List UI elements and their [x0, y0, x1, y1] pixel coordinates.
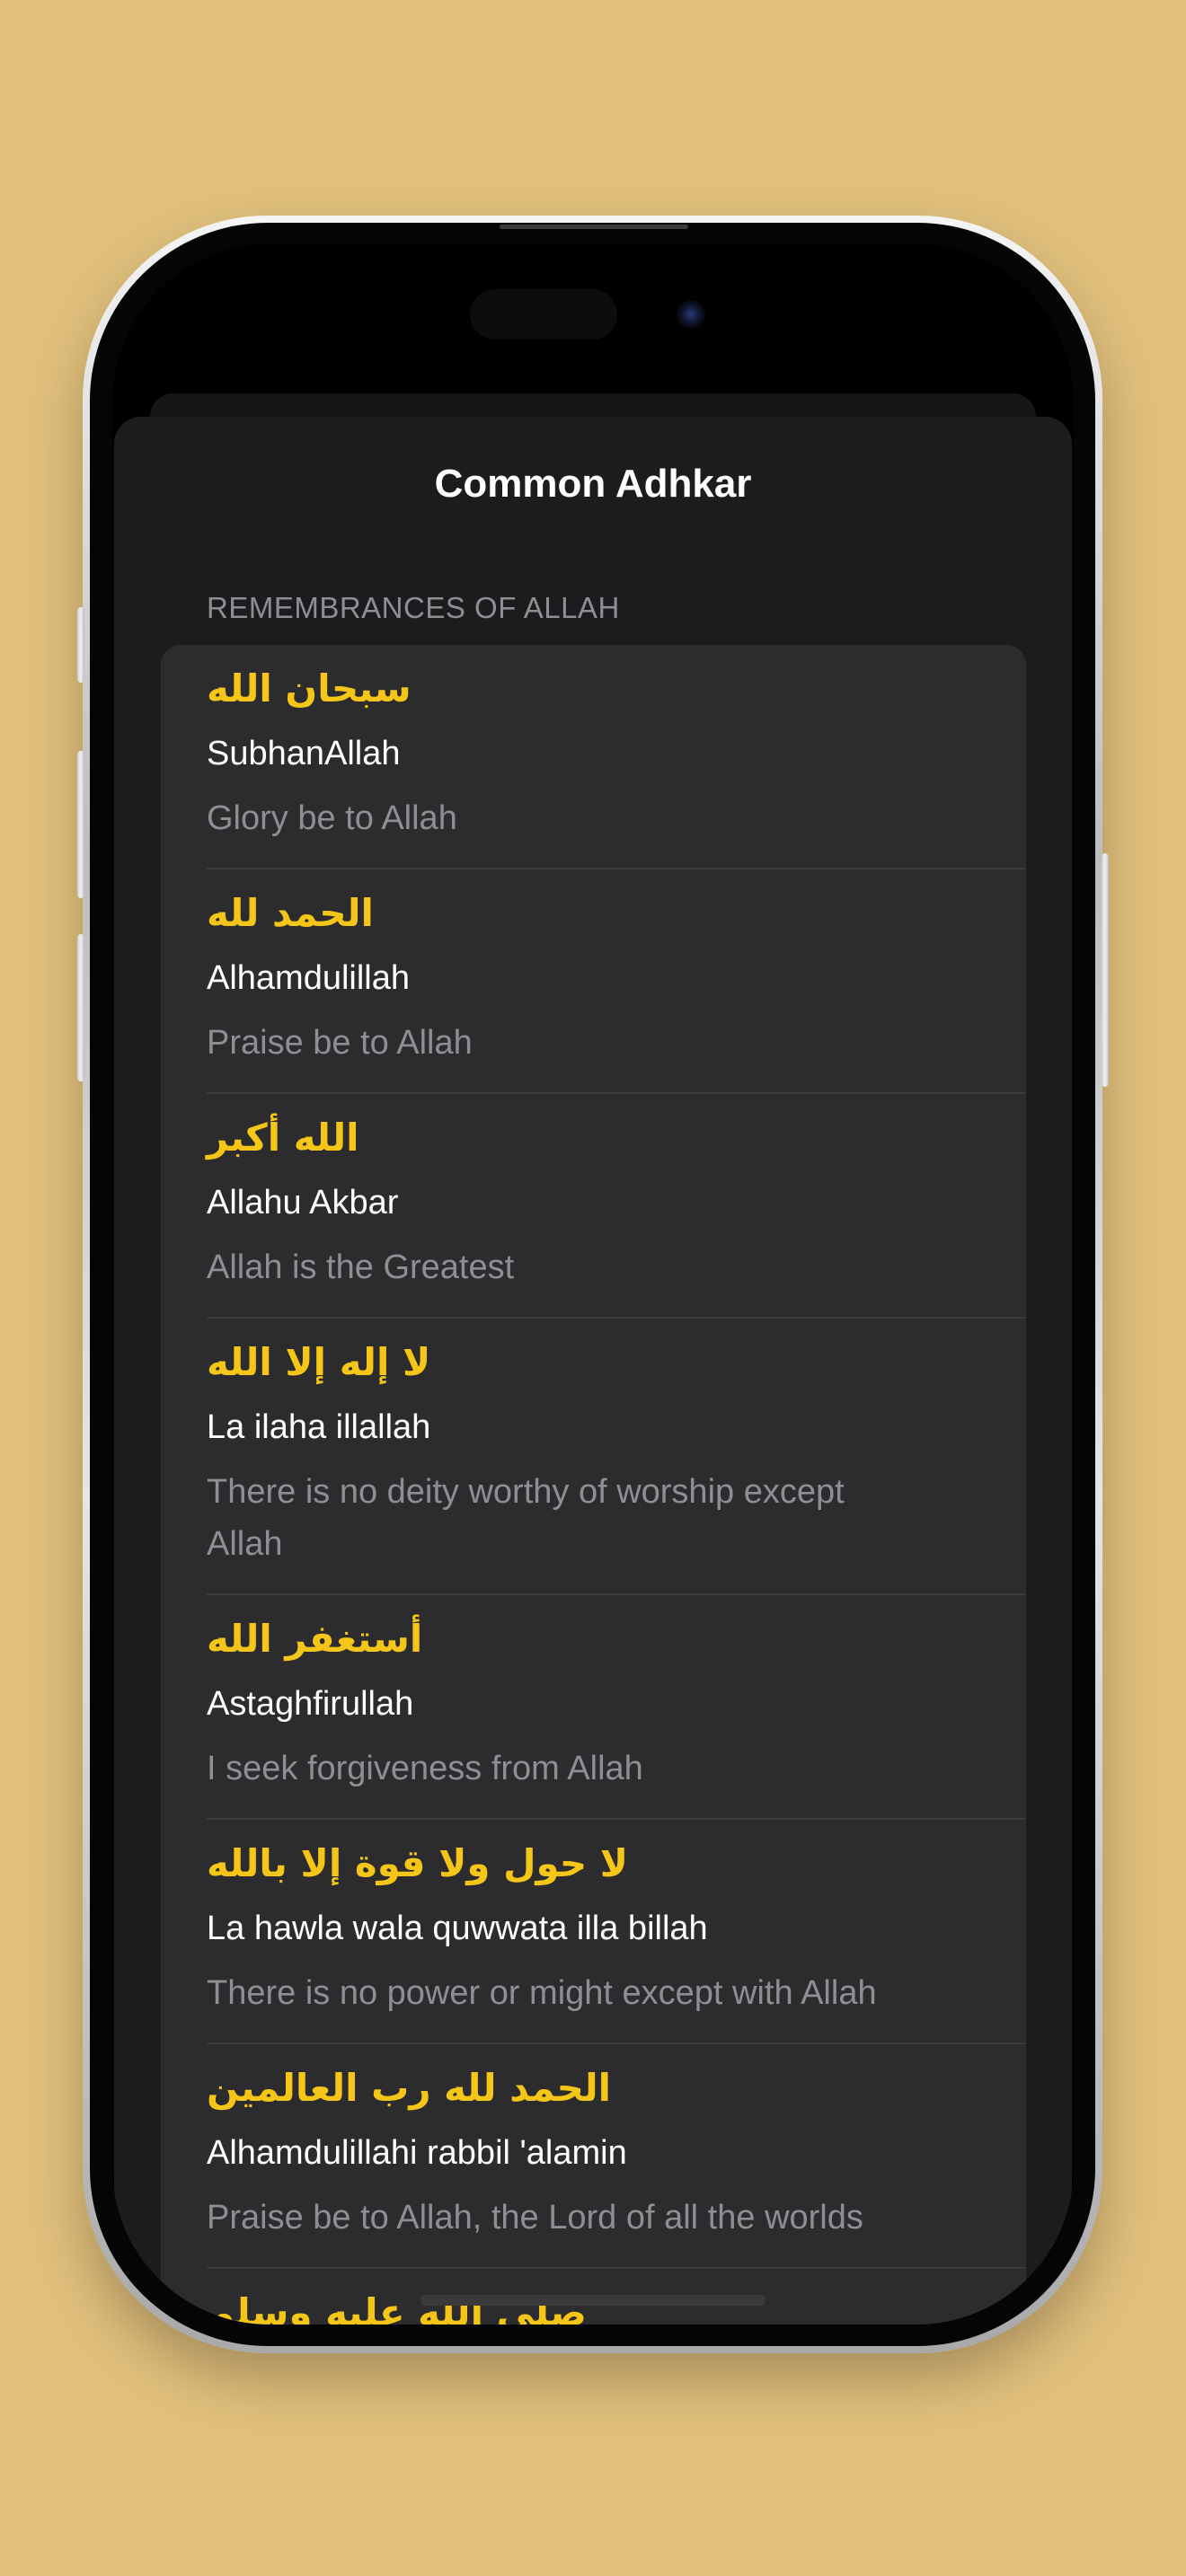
dhikr-arabic: سبحان الله — [207, 666, 412, 710]
dhikr-transliteration: SubhanAllah — [207, 735, 401, 772]
dhikr-transliteration: Allahu Akbar — [207, 1184, 399, 1222]
dhikr-row-rabbil-alamin[interactable]: الحمد لله رب العالمين Alhamdulillahi rab… — [161, 2044, 1026, 2269]
dhikr-transliteration: Alhamdulillahi rabbil 'alamin — [207, 2134, 627, 2172]
dhikr-transliteration: La hawla wala quwwata illa billah — [207, 1910, 708, 1947]
dhikr-arabic: الله أكبر — [207, 1116, 359, 1160]
dhikr-meaning: There is no power or might except with A… — [207, 1974, 877, 2012]
adhkar-list: سبحان الله SubhanAllah Glory be to Allah… — [161, 645, 1026, 2325]
dhikr-row-alhamdulillah[interactable]: الحمد لله Alhamdulillah Praise be to All… — [161, 869, 1026, 1094]
dhikr-row-subhanallah[interactable]: سبحان الله SubhanAllah Glory be to Allah — [161, 645, 1026, 869]
sheet-title: Common Adhkar — [434, 462, 752, 506]
dhikr-row-la-ilaha-illallah[interactable]: لا إله إلا الله La ilaha illallah There … — [161, 1319, 1026, 1595]
volume-down-button — [77, 934, 84, 1081]
dhikr-row-la-hawla[interactable]: لا حول ولا قوة إلا بالله La hawla wala q… — [161, 1820, 1026, 2044]
speaker-grille — [500, 225, 688, 229]
dhikr-transliteration: La ilaha illallah — [207, 1408, 431, 1446]
dhikr-meaning: There is no deity worthy of worship exce… — [207, 1473, 845, 1563]
dynamic-island — [470, 289, 617, 340]
dhikr-transliteration: Astaghfirullah — [207, 1685, 414, 1723]
action-button — [77, 607, 84, 683]
dhikr-row-astaghfirullah[interactable]: أستغفر الله Astaghfirullah I seek forgiv… — [161, 1595, 1026, 1820]
dhikr-meaning: I seek forgiveness from Allah — [207, 1750, 643, 1787]
dhikr-transliteration: Alhamdulillah — [207, 959, 411, 997]
dhikr-arabic: الحمد لله — [207, 891, 374, 935]
section-header: REMEMBRANCES OF ALLAH — [207, 591, 620, 624]
dhikr-meaning: Allah is the Greatest — [207, 1248, 515, 1286]
dhikr-arabic: لا حول ولا قوة إلا بالله — [207, 1841, 629, 1885]
dhikr-meaning: Glory be to Allah — [207, 799, 457, 837]
side-button — [1102, 853, 1109, 1087]
volume-up-button — [77, 751, 84, 898]
dhikr-arabic: أستغفر الله — [207, 1617, 423, 1661]
phone-screen: Common Adhkar REMEMBRANCES OF ALLAH سبحا… — [112, 244, 1074, 2325]
camera-icon — [677, 300, 705, 329]
dhikr-arabic: لا إله إلا الله — [207, 1340, 431, 1384]
dhikr-meaning: Praise be to Allah, the Lord of all the … — [207, 2199, 863, 2236]
dhikr-meaning: Praise be to Allah — [207, 1024, 473, 1062]
home-indicator[interactable] — [420, 2295, 766, 2306]
dhikr-row-allahu-akbar[interactable]: الله أكبر Allahu Akbar Allah is the Grea… — [161, 1094, 1026, 1319]
dhikr-arabic: الحمد لله رب العالمين — [207, 2066, 612, 2110]
adhkar-sheet: Common Adhkar REMEMBRANCES OF ALLAH سبحا… — [114, 417, 1072, 2325]
